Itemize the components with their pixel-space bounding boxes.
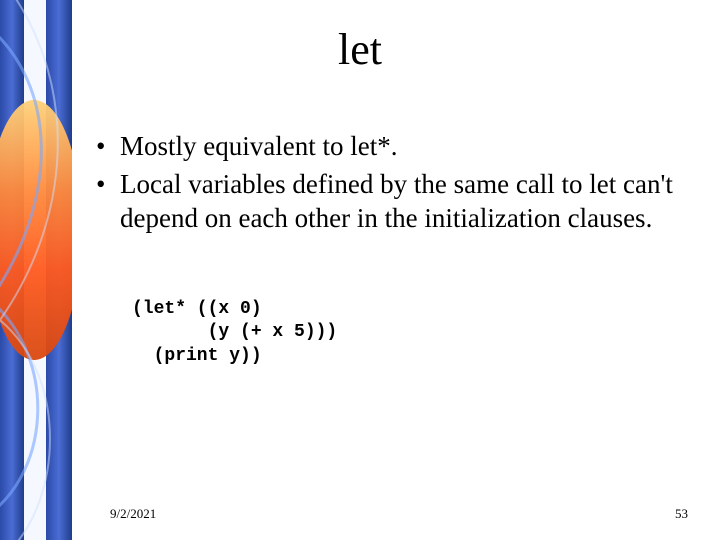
slide-title: let (90, 24, 630, 75)
footer-date: 9/2/2021 (110, 506, 156, 522)
content-area: let Mostly equivalent to let*. Local var… (90, 0, 710, 540)
bullet-item: Mostly equivalent to let*. (90, 130, 702, 164)
decorative-sidebar-svg (0, 0, 72, 540)
code-block: (let* ((x 0) (y (+ x 5))) (print y)) (132, 298, 337, 368)
slide: let Mostly equivalent to let*. Local var… (0, 0, 720, 540)
sidebar-graphic (0, 0, 72, 540)
bullet-item: Local variables defined by the same call… (90, 168, 702, 236)
footer-page-number: 53 (675, 506, 688, 522)
bullet-list: Mostly equivalent to let*. Local variabl… (90, 130, 702, 239)
